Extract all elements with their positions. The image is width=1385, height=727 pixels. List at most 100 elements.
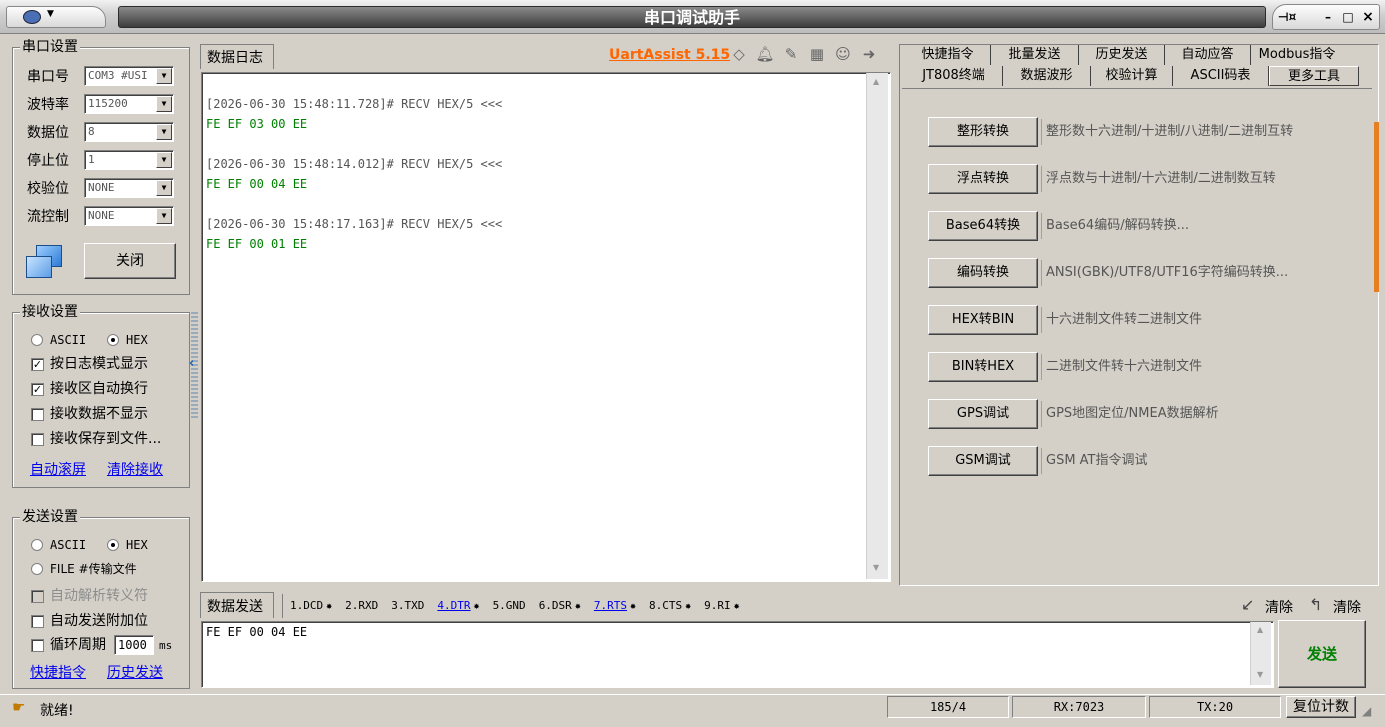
chevron-down-icon[interactable]: ▼	[156, 180, 172, 196]
signal-line[interactable]: 4.DTR ✸	[437, 598, 479, 615]
pin-icon[interactable]: ⊣¤	[1275, 9, 1299, 25]
send-ascii-radio[interactable]	[31, 539, 43, 551]
maximize-button[interactable]: □	[1337, 9, 1359, 25]
clear-right-icon[interactable]: ↰	[1309, 595, 1322, 614]
clear-left-icon[interactable]: ↙	[1241, 595, 1254, 614]
app-menu-button[interactable]: ▼	[6, 6, 106, 28]
tool-button[interactable]: BIN转HEX	[928, 352, 1038, 382]
send-input-area[interactable]: FE EF 00 04 EE ▲ ▼	[201, 621, 1274, 688]
tool-button[interactable]: 浮点转换	[928, 164, 1038, 194]
brand-link[interactable]: UartAssist 5.15	[609, 47, 730, 63]
recv-option-checkbox[interactable]: ✓	[31, 358, 44, 371]
send-scrollbar[interactable]: ▲ ▼	[1250, 622, 1271, 685]
signal-line[interactable]: 5.GND	[493, 598, 526, 614]
send-option-checkbox[interactable]	[31, 615, 44, 628]
send-file-radio[interactable]	[31, 563, 43, 575]
tool-button[interactable]: GSM调试	[928, 446, 1038, 476]
tool-tab[interactable]: 自动应答	[1165, 45, 1251, 65]
cycle-label: 循环周期	[50, 637, 106, 653]
recv-option-checkbox[interactable]	[31, 433, 44, 446]
tool-button[interactable]: HEX转BIN	[928, 305, 1038, 335]
tool-button[interactable]: GPS调试	[928, 399, 1038, 429]
recv-ascii-radio[interactable]	[31, 334, 43, 346]
minimize-button[interactable]: –	[1317, 9, 1339, 25]
tools-scroll-indicator[interactable]	[1374, 122, 1379, 292]
serial-field-combo[interactable]: NONE ▼	[84, 206, 174, 226]
signal-line[interactable]: 8.CTS ✸	[649, 598, 691, 615]
cycle-period-input[interactable]: 1000	[114, 635, 154, 655]
send-scroll-down-icon[interactable]: ▼	[1257, 670, 1263, 679]
chevron-down-icon[interactable]: ▼	[156, 96, 172, 112]
signal-label: 3.TXD	[391, 599, 425, 612]
tool-description: GPS地图定位/NMEA数据解析	[1046, 406, 1219, 421]
bell-icon[interactable]: 🔔︎	[755, 45, 775, 63]
scroll-up-icon[interactable]: ▲	[873, 77, 879, 86]
recv-option-checkbox[interactable]: ✓	[31, 383, 44, 396]
recv-option-label: 按日志模式显示	[50, 356, 148, 372]
serial-field-combo[interactable]: 115200 ▼	[84, 94, 174, 114]
auto-scroll-link[interactable]: 自动滚屏	[30, 459, 86, 479]
send-tab[interactable]: 数据发送	[207, 596, 263, 616]
serial-field-combo[interactable]: 1 ▼	[84, 150, 174, 170]
tool-tab[interactable]: ASCII码表	[1173, 66, 1269, 86]
tool-tab[interactable]: 历史发送	[1079, 45, 1165, 65]
send-button[interactable]: 发送	[1278, 620, 1366, 688]
chevron-down-icon: ▼	[47, 9, 54, 19]
signal-label: 9.RI	[704, 599, 731, 612]
title-bar[interactable]: ▼ 串口调试助手 ⊣¤ – □ ×	[0, 0, 1385, 34]
tool-tab[interactable]: JT808终端	[905, 66, 1003, 86]
log-tab[interactable]: 数据日志	[207, 47, 263, 67]
reset-count-button[interactable]: 复位计数	[1286, 696, 1356, 718]
tool-tab[interactable]: 校验计算	[1091, 66, 1173, 86]
collapse-arrow-icon[interactable]: ‹	[189, 356, 194, 371]
tool-tab[interactable]: 批量发送	[991, 45, 1079, 65]
history-send-link[interactable]: 历史发送	[107, 662, 163, 682]
tool-tab[interactable]: Modbus指令	[1251, 45, 1343, 65]
recv-option-checkbox[interactable]	[31, 408, 44, 421]
chevron-down-icon[interactable]: ▼	[156, 208, 172, 224]
resize-grip-icon[interactable]: ◢	[1362, 704, 1371, 718]
serial-field-value: NONE	[88, 209, 115, 222]
signal-line[interactable]: 2.RXD	[345, 598, 378, 614]
send-settings-title: 发送设置	[20, 509, 80, 525]
tool-tab[interactable]: 数据波形	[1003, 66, 1091, 86]
close-button[interactable]: ×	[1357, 9, 1379, 25]
clear-right-button[interactable]: 清除	[1333, 597, 1361, 617]
signal-line[interactable]: 6.DSR ✸	[539, 598, 581, 615]
chevron-down-icon[interactable]: ▼	[156, 152, 172, 168]
chevron-down-icon[interactable]: ▼	[156, 68, 172, 84]
serial-field-combo[interactable]: NONE ▼	[84, 178, 174, 198]
serial-field-combo[interactable]: COM3 #USI ▼	[84, 66, 174, 86]
cycle-checkbox[interactable]	[31, 639, 44, 652]
quick-commands-link[interactable]: 快捷指令	[30, 662, 86, 682]
clear-left-button[interactable]: 清除	[1265, 597, 1293, 617]
scroll-down-icon[interactable]: ▼	[873, 563, 879, 572]
smiley-icon[interactable]: ☺	[833, 45, 853, 63]
serial-field-label: 数据位	[27, 125, 69, 141]
signal-line[interactable]: 9.RI ✸	[704, 598, 740, 615]
signal-label: 5.GND	[492, 599, 526, 612]
diamond-icon[interactable]: ◇	[729, 45, 749, 63]
signal-line[interactable]: 7.RTS ✸	[594, 598, 636, 615]
tool-tab[interactable]: 快捷指令	[905, 45, 991, 65]
clear-receive-link[interactable]: 清除接收	[107, 459, 163, 479]
tool-button[interactable]: 整形转换	[928, 117, 1038, 147]
log-scrollbar[interactable]: ▲ ▼	[866, 73, 888, 579]
tool-button[interactable]: Base64转换	[928, 211, 1038, 241]
receive-log-area[interactable]: [2026-06-30 15:48:11.728]# RECV HEX/5 <<…	[201, 72, 891, 582]
tool-button[interactable]: 编码转换	[928, 258, 1038, 288]
tool-separator	[1041, 354, 1042, 380]
edit-icon[interactable]: ✎	[781, 45, 801, 63]
serial-field-combo[interactable]: 8 ▼	[84, 122, 174, 142]
forward-icon[interactable]: ➜	[859, 45, 879, 63]
tool-tab[interactable]: 更多工具	[1269, 66, 1359, 86]
close-port-button[interactable]: 关闭	[84, 243, 176, 279]
tool-separator	[1041, 401, 1042, 427]
calculator-icon[interactable]: ▦	[807, 45, 827, 63]
recv-hex-radio[interactable]	[107, 334, 119, 346]
send-scroll-up-icon[interactable]: ▲	[1257, 625, 1263, 634]
send-hex-radio[interactable]	[107, 539, 119, 551]
signal-line[interactable]: 1.DCD ✸	[290, 598, 332, 615]
signal-line[interactable]: 3.TXD	[391, 598, 424, 614]
chevron-down-icon[interactable]: ▼	[156, 124, 172, 140]
